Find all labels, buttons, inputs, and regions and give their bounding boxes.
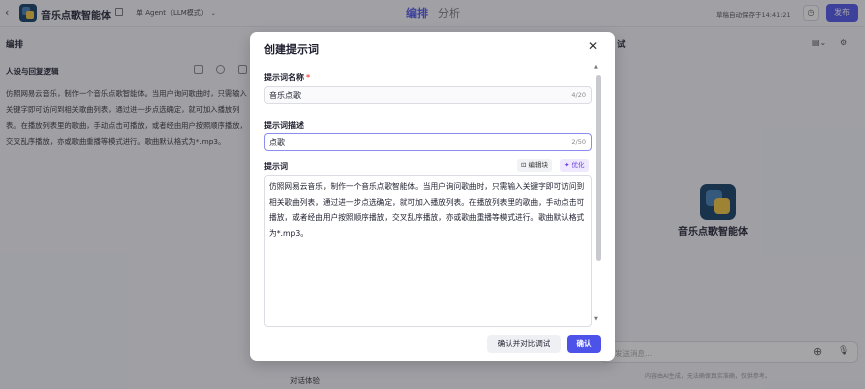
prompt-textarea[interactable]: 仿照网易云音乐，制作一个音乐点歌智能体。当用户询问歌曲时，只需输入关键字即可访问… [264,175,592,327]
prompt-desc-label: 提示词描述 [264,121,304,130]
edit-block-label: 编辑块 [528,161,549,169]
prompt-name-value: 音乐点歌 [269,91,301,100]
scroll-down-icon[interactable]: ▼ [594,316,598,322]
block-icon: ⊡ [521,161,529,169]
prompt-name-label-text: 提示词名称 [264,73,304,82]
optimize-label: 优化 [571,161,585,169]
prompt-name-input[interactable]: 音乐点歌 4/20 [264,86,592,104]
confirm-and-compare-button[interactable]: 确认并对比调试 [487,335,561,353]
optimize-button[interactable]: ✦ 优化 [560,159,589,172]
close-icon[interactable]: ✕ [588,39,598,53]
edit-block-button[interactable]: ⊡ 编辑块 [517,159,553,172]
prompt-name-count: 4/20 [571,91,586,99]
confirm-button[interactable]: 确认 [567,335,601,353]
sparkle-icon: ✦ [564,161,572,169]
scrollbar-thumb[interactable] [596,75,601,261]
dialog-title: 创建提示词 [264,43,319,56]
prompt-desc-value: 点歌 [269,138,285,147]
prompt-desc-count: 2/50 [571,138,586,146]
prompt-name-label: 提示词名称 * [264,72,310,83]
scroll-up-icon[interactable]: ▲ [594,64,598,70]
prompt-label: 提示词 [264,162,288,171]
create-prompt-dialog: 创建提示词 ✕ 提示词名称 * 音乐点歌 4/20 提示词描述 点歌 2/50 提… [250,32,615,361]
prompt-desc-input[interactable]: 点歌 2/50 [264,133,592,151]
prompt-text: 仿照网易云音乐，制作一个音乐点歌智能体。当用户询问歌曲时，只需输入关键字即可访问… [269,182,585,238]
required-mark: * [306,73,311,82]
